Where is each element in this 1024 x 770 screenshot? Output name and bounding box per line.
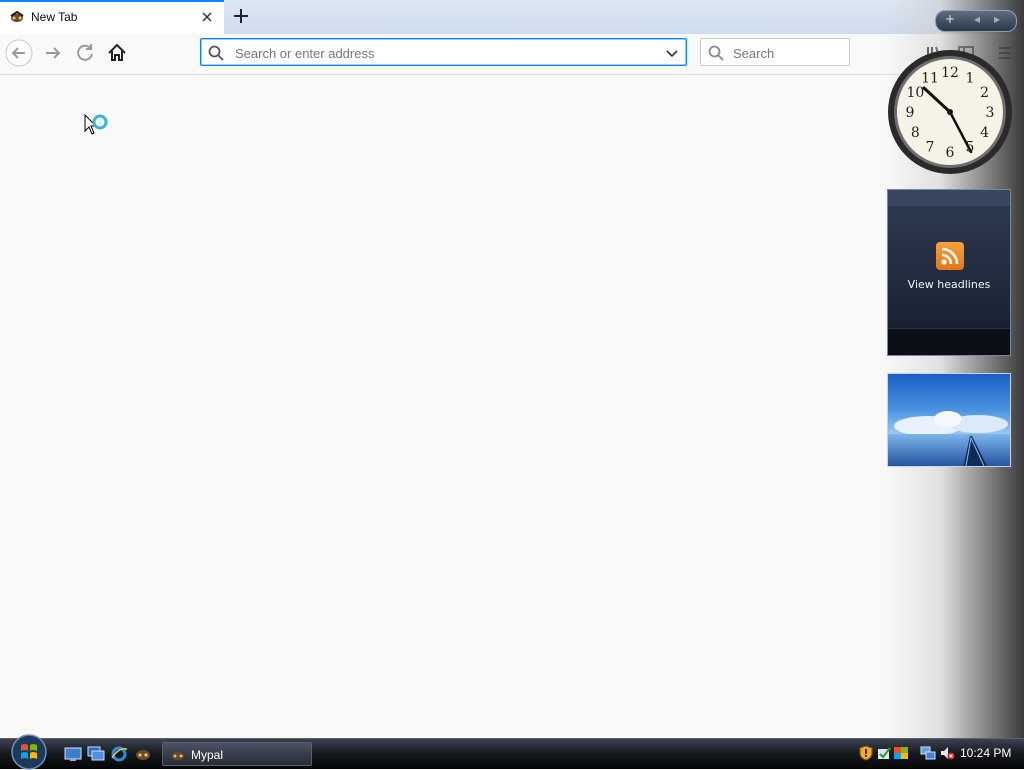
- taskbar-clock[interactable]: 10:24 PM: [960, 746, 1011, 760]
- clock-numeral: 8: [911, 125, 920, 141]
- back-icon[interactable]: [5, 39, 33, 67]
- taskbar-button-mypal[interactable]: Mypal: [162, 742, 312, 766]
- feed-headlines-gadget[interactable]: View headlines: [887, 189, 1011, 356]
- search-bar[interactable]: [700, 38, 850, 66]
- browser-window: New Tab: [0, 0, 1024, 738]
- search-input[interactable]: [731, 42, 845, 64]
- switch-windows-icon[interactable]: [87, 746, 105, 762]
- clock-numeral: 2: [980, 85, 989, 101]
- clock-numeral: 9: [906, 105, 915, 121]
- tab-title: New Tab: [31, 10, 78, 24]
- tab-new-tab[interactable]: New Tab: [0, 0, 224, 34]
- internet-explorer-icon[interactable]: [110, 746, 128, 762]
- chevron-down-icon[interactable]: [664, 45, 680, 61]
- security-shield-icon[interactable]: [858, 745, 874, 761]
- taskbar: Mypal 10:24 PM: [0, 734, 1024, 770]
- busy-cursor-icon: [84, 114, 108, 135]
- view-headlines-link[interactable]: View headlines: [888, 278, 1010, 291]
- clock-numeral: 12: [941, 65, 959, 81]
- tray-status-icon[interactable]: [876, 745, 892, 761]
- next-page-icon[interactable]: ▸: [994, 12, 1000, 26]
- clock-numeral: 3: [986, 105, 995, 121]
- home-icon[interactable]: [103, 39, 131, 67]
- slideshow-gadget[interactable]: [887, 373, 1011, 467]
- mypal-icon: [172, 752, 184, 760]
- rss-icon: [936, 242, 964, 270]
- volume-muted-icon[interactable]: [939, 745, 955, 761]
- tab-bar: New Tab: [0, 0, 1024, 34]
- previous-page-icon[interactable]: ◂: [974, 12, 980, 26]
- close-tab-icon[interactable]: [198, 8, 216, 26]
- mypal-favicon-icon: [10, 10, 24, 22]
- address-input[interactable]: [233, 42, 657, 64]
- clock-numeral: 4: [980, 125, 989, 141]
- clock-numeral: 7: [926, 140, 935, 156]
- clock-numeral: 10: [906, 85, 924, 101]
- clock-numeral: 1: [966, 70, 975, 86]
- search-icon: [208, 45, 224, 61]
- network-icon[interactable]: [920, 745, 936, 761]
- mypal-quicklaunch-icon[interactable]: [134, 746, 152, 762]
- add-gadget-icon[interactable]: +: [945, 12, 955, 26]
- slideshow-image: [888, 374, 1010, 466]
- page-content: [0, 75, 1024, 738]
- clock-numeral: 11: [921, 70, 939, 86]
- new-tab-icon[interactable]: [230, 5, 252, 27]
- clock-numeral: 6: [946, 145, 955, 161]
- clock-gadget[interactable]: 121234567891011: [886, 48, 1014, 176]
- taskbar-button-label: Mypal: [191, 748, 224, 762]
- tray-app-icon[interactable]: [893, 745, 909, 761]
- sidebar-controls[interactable]: + ◂ ▸: [935, 10, 1017, 32]
- reload-icon[interactable]: [72, 39, 100, 67]
- show-desktop-icon[interactable]: [64, 746, 82, 762]
- forward-icon[interactable]: [40, 39, 68, 67]
- search-icon: [708, 45, 724, 61]
- address-bar[interactable]: [200, 38, 687, 66]
- start-button-icon[interactable]: [8, 734, 50, 770]
